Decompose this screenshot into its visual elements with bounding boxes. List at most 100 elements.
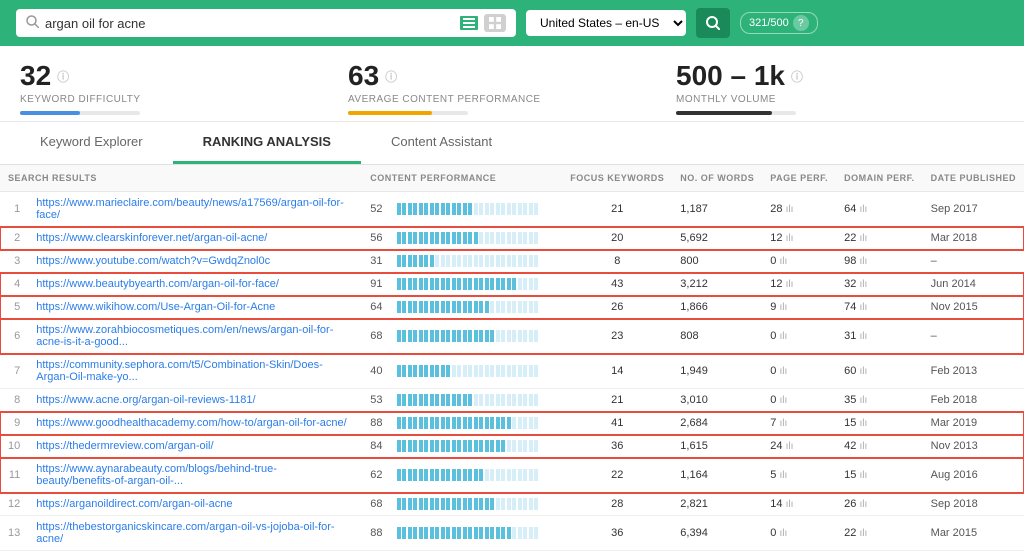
page-perf-chart-icon: ılı xyxy=(779,395,787,406)
keyword-difficulty-metric: 32 ⓘ KEYWORD DIFFICULTY xyxy=(20,60,348,115)
domain-perf-chart-icon: ılı xyxy=(859,470,867,481)
result-link[interactable]: https://www.wikihow.com/Use-Argan-Oil-fo… xyxy=(36,301,275,313)
tab-keyword-explorer[interactable]: Keyword Explorer xyxy=(10,122,173,164)
col-page-perf: PAGE PERF. xyxy=(762,165,836,192)
word-count-cell: 6,394 xyxy=(672,516,762,551)
row-number: 7 xyxy=(0,354,28,389)
tab-content-assistant[interactable]: Content Assistant xyxy=(361,122,522,164)
cp-info-icon[interactable]: ⓘ xyxy=(385,68,397,85)
perf-bar-cell: 53 xyxy=(362,389,562,412)
result-link[interactable]: https://www.clearskinforever.net/argan-o… xyxy=(36,232,267,244)
date-published-cell: Feb 2018 xyxy=(923,389,1024,412)
page-perf-chart-icon: ılı xyxy=(779,366,787,377)
result-link[interactable]: https://community.sephora.com/t5/Combina… xyxy=(36,359,323,383)
result-url-cell: https://www.aynarabeauty.com/blogs/behin… xyxy=(28,458,362,493)
date-published-cell: – xyxy=(923,319,1024,354)
page-perf-value: 0 xyxy=(770,394,776,406)
app-header: United States – en-US 321/500 ? xyxy=(0,0,1024,46)
focus-keywords-cell: 23 xyxy=(562,319,672,354)
table-row: 13 https://thebestorganicskincare.com/ar… xyxy=(0,516,1024,551)
result-link[interactable]: https://thebestorganicskincare.com/argan… xyxy=(36,521,334,545)
domain-perf-value: 42 xyxy=(844,440,856,452)
domain-perf-cell: 42 ılı xyxy=(836,435,923,458)
domain-perf-chart-icon: ılı xyxy=(859,331,867,342)
page-perf-cell: 7 ılı xyxy=(762,412,836,435)
result-link[interactable]: https://www.marieclaire.com/beauty/news/… xyxy=(36,197,344,221)
word-count-cell: 5,692 xyxy=(672,227,762,250)
row-number: 9 xyxy=(0,412,28,435)
mv-info-icon[interactable]: ⓘ xyxy=(791,68,803,85)
page-perf-chart-icon: ılı xyxy=(779,331,787,342)
perf-bar-cell: 40 xyxy=(362,354,562,389)
perf-bar-cell: 84 xyxy=(362,435,562,458)
word-count-value: 1,949 xyxy=(680,365,708,377)
search-type-icons xyxy=(458,14,506,32)
row-number: 4 xyxy=(0,273,28,296)
result-url-cell: https://arganoildirect.com/argan-oil-acn… xyxy=(28,493,362,516)
focus-keywords-cell: 36 xyxy=(562,516,672,551)
word-count-cell: 1,866 xyxy=(672,296,762,319)
row-number: 5 xyxy=(0,296,28,319)
result-link[interactable]: https://www.youtube.com/watch?v=GwdqZnol… xyxy=(36,255,270,267)
page-perf-value: 14 xyxy=(770,498,782,510)
domain-perf-cell: 15 ılı xyxy=(836,458,923,493)
date-published-cell: Nov 2015 xyxy=(923,296,1024,319)
domain-perf-value: 15 xyxy=(844,417,856,429)
domain-perf-cell: 35 ılı xyxy=(836,389,923,412)
page-perf-cell: 12 ılı xyxy=(762,227,836,250)
domain-perf-value: 22 xyxy=(844,527,856,539)
result-link[interactable]: https://www.aynarabeauty.com/blogs/behin… xyxy=(36,463,277,487)
result-link[interactable]: https://www.goodhealthacademy.com/how-to… xyxy=(36,417,346,429)
result-link[interactable]: https://www.acne.org/argan-oil-reviews-1… xyxy=(36,394,255,406)
result-url-cell: https://thedermreview.com/argan-oil/ xyxy=(28,435,362,458)
page-perf-cell: 9 ılı xyxy=(762,296,836,319)
domain-perf-chart-icon: ılı xyxy=(859,395,867,406)
word-count-value: 1,164 xyxy=(680,469,708,481)
page-perf-cell: 0 ılı xyxy=(762,319,836,354)
date-published-cell: – xyxy=(923,250,1024,273)
result-link[interactable]: https://arganoildirect.com/argan-oil-acn… xyxy=(36,498,232,510)
focus-keywords-cell: 21 xyxy=(562,192,672,227)
word-count-value: 800 xyxy=(680,255,698,267)
row-number: 6 xyxy=(0,319,28,354)
focus-keywords-cell: 41 xyxy=(562,412,672,435)
result-url-cell: https://community.sephora.com/t5/Combina… xyxy=(28,354,362,389)
focus-keywords-cell: 36 xyxy=(562,435,672,458)
table-row: 9 https://www.goodhealthacademy.com/how-… xyxy=(0,412,1024,435)
domain-perf-value: 32 xyxy=(844,278,856,290)
domain-perf-cell: 74 ılı xyxy=(836,296,923,319)
grid-view-btn[interactable] xyxy=(484,14,506,32)
result-link[interactable]: https://www.zorahbiocosmetiques.com/en/n… xyxy=(36,324,333,348)
row-number: 13 xyxy=(0,516,28,551)
domain-perf-chart-icon: ılı xyxy=(859,233,867,244)
location-selector[interactable]: United States – en-US xyxy=(526,10,686,36)
word-count-cell: 2,821 xyxy=(672,493,762,516)
result-url-cell: https://www.youtube.com/watch?v=GwdqZnol… xyxy=(28,250,362,273)
list-view-btn[interactable] xyxy=(458,14,480,32)
col-words: NO. OF WORDS xyxy=(672,165,762,192)
word-count-cell: 2,684 xyxy=(672,412,762,435)
page-perf-cell: 0 ılı xyxy=(762,354,836,389)
result-link[interactable]: https://www.beautybyearth.com/argan-oil-… xyxy=(36,278,279,290)
word-count-cell: 1,164 xyxy=(672,458,762,493)
focus-keywords-value: 22 xyxy=(611,469,623,481)
page-perf-value: 0 xyxy=(770,330,776,342)
domain-perf-cell: 64 ılı xyxy=(836,192,923,227)
search-input[interactable] xyxy=(45,16,452,31)
tab-ranking-analysis[interactable]: RANKING ANALYSIS xyxy=(173,122,361,164)
word-count-value: 2,684 xyxy=(680,417,708,429)
search-button[interactable] xyxy=(696,8,730,38)
location-select[interactable]: United States – en-US xyxy=(526,10,686,36)
date-published-cell: Feb 2013 xyxy=(923,354,1024,389)
domain-perf-cell: 98 ılı xyxy=(836,250,923,273)
help-icon[interactable]: ? xyxy=(793,15,809,31)
focus-keywords-cell: 8 xyxy=(562,250,672,273)
result-link[interactable]: https://thedermreview.com/argan-oil/ xyxy=(36,440,213,452)
page-perf-value: 0 xyxy=(770,255,776,267)
page-perf-chart-icon: ılı xyxy=(786,204,794,215)
date-published-cell: Aug 2016 xyxy=(923,458,1024,493)
row-number: 12 xyxy=(0,493,28,516)
kd-info-icon[interactable]: ⓘ xyxy=(57,68,69,85)
result-url-cell: https://thebestorganicskincare.com/argan… xyxy=(28,516,362,551)
domain-perf-chart-icon: ılı xyxy=(859,204,867,215)
